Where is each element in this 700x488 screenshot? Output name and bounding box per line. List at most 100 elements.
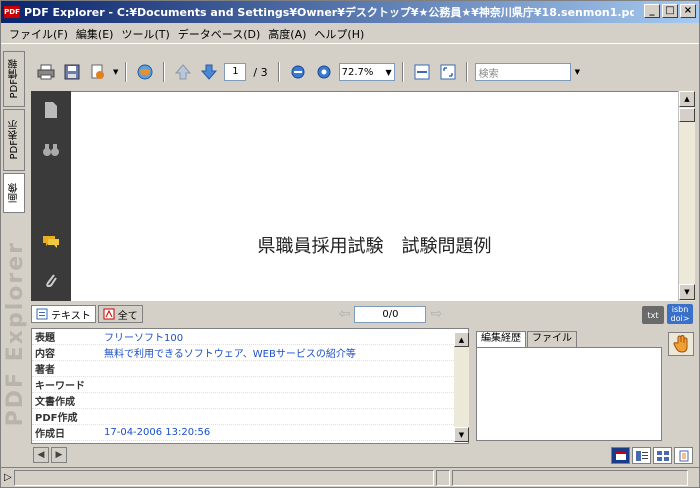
- hand-tool-button[interactable]: [668, 332, 694, 356]
- menu-edit[interactable]: 編集(E): [72, 26, 118, 42]
- menu-database[interactable]: データベース(D): [174, 26, 265, 42]
- table-row: PDF作成: [32, 409, 468, 425]
- comment-icon[interactable]: [39, 231, 63, 253]
- table-row: キーワード: [32, 377, 468, 393]
- tab-edit-history[interactable]: 編集経歴: [476, 331, 526, 347]
- scroll-down-button[interactable]: ▼: [679, 284, 695, 300]
- close-button[interactable]: ×: [680, 4, 696, 18]
- record-navigation: ◀ ▶: [33, 447, 67, 463]
- zoom-out-icon[interactable]: [287, 61, 309, 83]
- zoom-select[interactable]: 72.7% ▼: [338, 63, 395, 81]
- toolbar-separator: [163, 62, 166, 82]
- props-scroll-up-button[interactable]: ▲: [454, 332, 469, 347]
- property-key: 作成日: [35, 429, 65, 440]
- property-key: 文書作成: [35, 397, 75, 408]
- next-record-button[interactable]: ▶: [51, 447, 67, 463]
- page-icon[interactable]: [39, 99, 63, 121]
- save-icon[interactable]: [61, 61, 83, 83]
- status-cell-right: [451, 469, 688, 486]
- export-icon[interactable]: [87, 61, 109, 83]
- app-logo-icon: PDF: [4, 6, 20, 18]
- table-row: 文書作成: [32, 393, 468, 409]
- zoom-value: 72.7%: [341, 66, 374, 78]
- toolbar-separator: [465, 62, 468, 82]
- tab-pdf-info-label: PDF情報: [8, 59, 20, 99]
- document-tool-strip: [31, 91, 71, 301]
- maximize-button[interactable]: □: [662, 4, 678, 18]
- toolbar: ▼ 1 / 3 72.7% ▼ 検索 ▼: [29, 57, 697, 87]
- right-panel-content: [476, 347, 662, 441]
- binoculars-icon[interactable]: [39, 139, 63, 161]
- page-number-input[interactable]: 1: [224, 63, 247, 81]
- side-logo: PDF Explorer: [3, 229, 28, 439]
- status-cell-small: [435, 469, 450, 486]
- status-expand-icon[interactable]: ▷: [4, 472, 12, 483]
- search-placeholder: 検索: [478, 68, 499, 80]
- tab-pdf-view[interactable]: PDF表示: [3, 109, 25, 171]
- tab-pdf-view-label: PDF表示: [8, 120, 20, 160]
- table-row: 表題 フリーソフト100: [32, 329, 468, 345]
- prev-record-button[interactable]: ◀: [33, 447, 49, 463]
- window-title: PDF Explorer - C:¥Documents and Settings…: [24, 6, 634, 19]
- search-input[interactable]: 検索: [474, 63, 571, 81]
- prev-match-icon[interactable]: ⇦: [339, 306, 351, 322]
- zoom-in-icon[interactable]: [313, 61, 335, 83]
- property-key: PDF作成: [35, 413, 78, 424]
- property-key: 著者: [35, 365, 55, 376]
- document-scrollbar[interactable]: ▲ ▼: [678, 91, 695, 301]
- print-icon[interactable]: [35, 61, 57, 83]
- minimize-button[interactable]: _: [644, 4, 660, 18]
- scroll-up-button[interactable]: ▲: [679, 91, 695, 107]
- pdf-tab-icon: [103, 308, 115, 320]
- menu-bar: ファイル(F) 編集(E) ツール(T) データベース(D) 高度(A) ヘルプ…: [1, 24, 699, 44]
- side-tabs: PDF情報 PDF表示 画像: [1, 49, 27, 217]
- main-window: PDF PDF Explorer - C:¥Documents and Sett…: [0, 0, 700, 488]
- globe-icon[interactable]: [134, 61, 156, 83]
- tab-all-label: 全て: [117, 310, 138, 322]
- fit-page-icon[interactable]: [437, 61, 459, 83]
- view-detail-icon[interactable]: [674, 447, 693, 464]
- view-list-icon[interactable]: [632, 447, 651, 464]
- attachment-icon[interactable]: [39, 269, 63, 291]
- view-single-icon[interactable]: [611, 447, 630, 464]
- text-tab-icon: [36, 308, 48, 320]
- search-dropdown-icon[interactable]: ▼: [575, 68, 580, 76]
- status-cell-main: [13, 469, 434, 486]
- property-key: 表題: [35, 333, 55, 344]
- next-match-icon[interactable]: ⇨: [430, 306, 442, 322]
- page-down-icon[interactable]: [198, 61, 220, 83]
- properties-scrollbar[interactable]: ▲ ▼: [454, 332, 469, 442]
- tab-all[interactable]: 全て: [97, 305, 143, 323]
- table-row: 内容 無料で利用できるソフトウェア、WEBサービスの紹介等: [32, 345, 468, 361]
- tab-pdf-info[interactable]: PDF情報: [3, 51, 25, 107]
- tab-images[interactable]: 画像: [3, 173, 25, 213]
- fit-width-icon[interactable]: [411, 61, 433, 83]
- menu-advanced[interactable]: 高度(A): [264, 26, 310, 42]
- page-total: / 3: [253, 65, 268, 79]
- property-value[interactable]: 無料で利用できるソフトウェア、WEBサービスの紹介等: [104, 345, 356, 360]
- tab-file[interactable]: ファイル: [527, 331, 577, 347]
- property-key: キーワード: [35, 381, 85, 392]
- export-dropdown-icon[interactable]: ▼: [113, 68, 118, 76]
- scroll-thumb[interactable]: [679, 108, 695, 122]
- document-view[interactable]: 県職員採用試験 試験問題例: [71, 91, 678, 301]
- menu-file[interactable]: ファイル(F): [5, 26, 72, 42]
- match-counter: 0/0: [354, 305, 427, 323]
- menu-tools[interactable]: ツール(T): [117, 26, 173, 42]
- page-up-icon[interactable]: [172, 61, 194, 83]
- title-bar[interactable]: PDF PDF Explorer - C:¥Documents and Sett…: [1, 1, 699, 23]
- property-key: 内容: [35, 349, 55, 360]
- toolbar-separator: [401, 62, 404, 82]
- toolbar-separator: [277, 62, 280, 82]
- tab-text-label: テキスト: [51, 310, 91, 322]
- property-value[interactable]: フリーソフト100: [104, 329, 183, 344]
- props-scroll-down-button[interactable]: ▼: [454, 427, 469, 442]
- property-value[interactable]: 17-04-2006 13:20:56: [104, 427, 210, 438]
- tab-text[interactable]: テキスト: [31, 305, 96, 323]
- menu-help[interactable]: ヘルプ(H): [310, 26, 368, 42]
- view-compare-icon[interactable]: [653, 447, 672, 464]
- txt-badge[interactable]: txt: [642, 306, 664, 324]
- hand-icon: [673, 335, 688, 353]
- toolbar-separator: [125, 62, 128, 82]
- isbn-doi-badge[interactable]: isbn doi>: [667, 304, 693, 324]
